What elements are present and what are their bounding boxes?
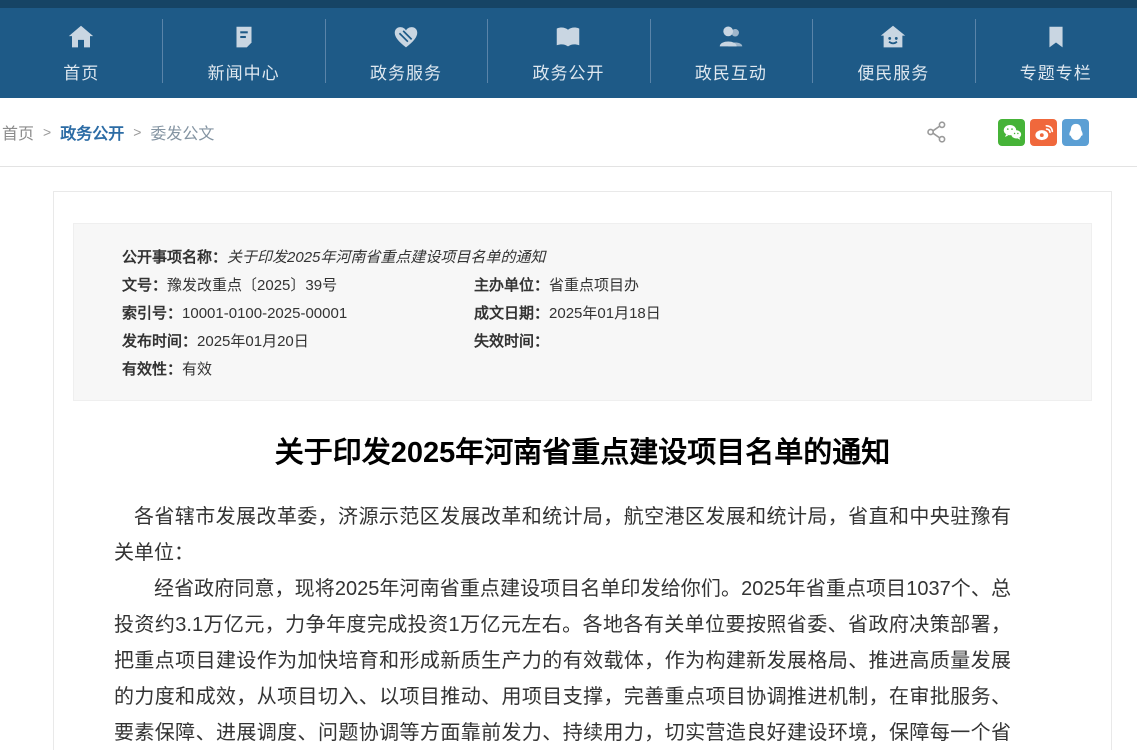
interaction-icon xyxy=(716,22,746,52)
site-header: 首页 新闻中心 政务服务 政务公开 政民互动 便民服务 专题专栏 xyxy=(0,0,1137,98)
meta-value: 豫发改重点〔2025〕39号 xyxy=(167,277,337,294)
share-row xyxy=(925,119,1089,146)
document-paragraph: 经省政府同意，现将2025年河南省重点建设项目名单印发给你们。2025年省重点项… xyxy=(114,571,1011,750)
service-icon xyxy=(391,22,421,52)
meta-field: 有效性：有效 xyxy=(122,356,1071,384)
nav-item-news-center[interactable]: 新闻中心 xyxy=(162,8,324,98)
nav-item-label: 专题专栏 xyxy=(1020,59,1092,84)
nav-item-gov-services[interactable]: 政务服务 xyxy=(325,8,487,98)
document-paragraph: 各省辖市发展改革委，济源示范区发展改革和统计局，航空港区发展和统计局，省直和中央… xyxy=(114,499,1011,571)
nav-item-label: 便民服务 xyxy=(857,59,929,84)
nav-item-convenience-services[interactable]: 便民服务 xyxy=(812,8,974,98)
meta-value: 省重点项目办 xyxy=(549,277,639,294)
meta-label: 主办单位： xyxy=(474,277,549,294)
meta-field: 公开事项名称：关于印发2025年河南省重点建设项目名单的通知 xyxy=(122,244,1071,272)
meta-row: 文号：豫发改重点〔2025〕39号主办单位：省重点项目办 xyxy=(122,272,1071,300)
meta-value: 2025年01月20日 xyxy=(197,333,309,350)
meta-field: 文号：豫发改重点〔2025〕39号 xyxy=(122,272,474,300)
meta-value: 10001-0100-2025-00001 xyxy=(182,305,347,322)
meta-label: 成文日期： xyxy=(474,305,549,322)
meta-label: 失效时间： xyxy=(474,333,549,350)
breadcrumb-separator: > xyxy=(43,124,51,140)
meta-field: 失效时间： xyxy=(474,328,1071,356)
meta-field: 成文日期：2025年01月18日 xyxy=(474,300,1071,328)
disclosure-icon xyxy=(553,22,583,52)
nav-item-label: 政务服务 xyxy=(370,59,442,84)
document-container: 公开事项名称：关于印发2025年河南省重点建设项目名单的通知文号：豫发改重点〔2… xyxy=(53,191,1112,750)
nav-item-gov-disclosure[interactable]: 政务公开 xyxy=(487,8,649,98)
nav-item-label: 首页 xyxy=(63,59,99,84)
nav-item-label: 政务公开 xyxy=(532,59,604,84)
breadcrumb-item-home[interactable]: 首页 xyxy=(2,120,34,144)
home-icon xyxy=(66,22,96,52)
meta-row: 公开事项名称：关于印发2025年河南省重点建设项目名单的通知 xyxy=(122,244,1071,272)
meta-label: 发布时间： xyxy=(122,333,197,350)
meta-value: 关于印发2025年河南省重点建设项目名单的通知 xyxy=(227,249,545,266)
document-body: 各省辖市发展改革委，济源示范区发展改革和统计局，航空港区发展和统计局，省直和中央… xyxy=(54,499,1111,750)
breadcrumb-item-committee-documents: 委发公文 xyxy=(150,120,214,144)
breadcrumb-item-gov-disclosure[interactable]: 政务公开 xyxy=(60,120,124,144)
meta-row: 索引号：10001-0100-2025-00001成文日期：2025年01月18… xyxy=(122,300,1071,328)
meta-field: 索引号：10001-0100-2025-00001 xyxy=(122,300,474,328)
nav-item-label: 政民互动 xyxy=(695,59,767,84)
news-icon xyxy=(229,22,259,52)
document-title: 关于印发2025年河南省重点建设项目名单的通知 xyxy=(74,433,1091,473)
nav-item-special-topics[interactable]: 专题专栏 xyxy=(975,8,1137,98)
nav-item-label: 新闻中心 xyxy=(208,59,280,84)
convenience-icon xyxy=(878,22,908,52)
nav-item-public-interaction[interactable]: 政民互动 xyxy=(650,8,812,98)
meta-label: 有效性： xyxy=(122,361,182,378)
meta-field: 主办单位：省重点项目办 xyxy=(474,272,1071,300)
meta-label: 公开事项名称： xyxy=(122,249,227,266)
document-meta-panel: 公开事项名称：关于印发2025年河南省重点建设项目名单的通知文号：豫发改重点〔2… xyxy=(73,223,1092,401)
meta-value: 有效 xyxy=(182,361,212,378)
top-strip xyxy=(0,0,1137,8)
meta-row: 有效性：有效 xyxy=(122,356,1071,384)
weibo-icon[interactable] xyxy=(1030,119,1057,146)
breadcrumb-bar: 首页 > 政务公开 > 委发公文 xyxy=(0,98,1137,167)
wechat-icon[interactable] xyxy=(998,119,1025,146)
qq-icon[interactable] xyxy=(1062,119,1089,146)
meta-row: 发布时间：2025年01月20日失效时间： xyxy=(122,328,1071,356)
nav-item-home[interactable]: 首页 xyxy=(0,8,162,98)
meta-label: 文号： xyxy=(122,277,167,294)
top-navigation: 首页 新闻中心 政务服务 政务公开 政民互动 便民服务 专题专栏 xyxy=(0,8,1137,98)
meta-label: 索引号： xyxy=(122,305,182,322)
share-icon[interactable] xyxy=(925,120,949,144)
breadcrumb-separator: > xyxy=(133,124,141,140)
nav-items: 首页 新闻中心 政务服务 政务公开 政民互动 便民服务 专题专栏 xyxy=(0,8,1137,98)
meta-field: 发布时间：2025年01月20日 xyxy=(122,328,474,356)
breadcrumb: 首页 > 政务公开 > 委发公文 xyxy=(2,120,214,144)
topics-icon xyxy=(1041,22,1071,52)
meta-value: 2025年01月18日 xyxy=(549,305,661,322)
